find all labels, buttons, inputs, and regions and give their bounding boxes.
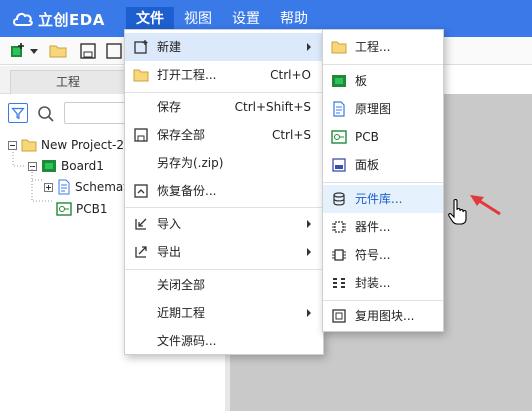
save-icon (134, 128, 148, 142)
left-tabbar: 工程 (0, 66, 126, 94)
menu-item-new[interactable]: 新建 (125, 33, 323, 61)
folder-icon (21, 139, 37, 152)
footprint-icon (333, 278, 345, 288)
menu-separator (323, 64, 443, 65)
menu-item-open-project[interactable]: 打开工程... Ctrl+O (125, 61, 323, 89)
collapse-toggle[interactable] (8, 140, 17, 150)
menu-item-recent-projects[interactable]: 近期工程 (125, 299, 323, 327)
tree-item-label: New Project-20 (41, 138, 132, 152)
menu-item-save-all[interactable]: 保存全部 Ctrl+S (125, 121, 323, 149)
menu-separator (125, 207, 323, 208)
tree-lines (12, 152, 54, 202)
menu-separator (323, 300, 443, 301)
restore-backup-icon (134, 184, 148, 198)
menu-item-save-as-zip[interactable]: 另存为(.zip) (125, 149, 323, 177)
device-icon (332, 221, 346, 233)
menu-settings[interactable]: 设置 (222, 7, 270, 31)
pcb-icon (331, 130, 347, 144)
submenu-item-footprint[interactable]: 封装... (323, 269, 443, 297)
new-file-icon[interactable] (8, 41, 28, 61)
menu-separator (323, 182, 443, 183)
menu-item-restore-backup[interactable]: 恢复备份... (125, 177, 323, 205)
menu-item-export[interactable]: 导出 (125, 238, 323, 266)
folder-icon[interactable] (48, 41, 68, 61)
cloud-icon (13, 12, 33, 26)
submenu-item-reuse-block[interactable]: 复用图块... (323, 302, 443, 330)
tab-project[interactable]: 工程 (10, 70, 126, 94)
folder-icon (331, 41, 347, 54)
file-menu: 新建 打开工程... Ctrl+O 保存 Ctrl+Shift+S 保存全部 C… (124, 29, 324, 355)
app-logo-text: 立创EDA (38, 10, 105, 29)
submenu-arrow-icon (307, 43, 311, 51)
submenu-item-project[interactable]: 工程... (323, 33, 443, 61)
export-icon (135, 246, 147, 258)
menu-separator (125, 269, 323, 270)
menu-item-close-all[interactable]: 关闭全部 (125, 271, 323, 299)
new-submenu: 工程... 板 原理图 PCB 面板 元件库... 器件... 符号... 封装… (322, 29, 444, 332)
library-icon (333, 192, 345, 206)
submenu-arrow-icon (307, 248, 311, 256)
menu-item-save[interactable]: 保存 Ctrl+Shift+S (125, 93, 323, 121)
submenu-item-schematic[interactable]: 原理图 (323, 95, 443, 123)
submenu-arrow-icon (307, 309, 311, 317)
submenu-item-device[interactable]: 器件... (323, 213, 443, 241)
submenu-item-panel[interactable]: 面板 (323, 151, 443, 179)
submenu-item-component-library[interactable]: 元件库... (323, 185, 443, 213)
restore-icon[interactable] (104, 41, 124, 61)
chevron-down-icon[interactable] (30, 49, 38, 54)
submenu-item-board[interactable]: 板 (323, 67, 443, 95)
search-input[interactable] (64, 102, 126, 124)
board-icon (332, 75, 346, 87)
tree-item-pcb[interactable]: PCB1 (56, 200, 107, 218)
menu-view[interactable]: 视图 (174, 7, 222, 31)
folder-icon (133, 69, 149, 82)
annotation-arrow-icon (470, 195, 501, 216)
tree-item-label: Schemati (75, 180, 132, 194)
search-icon[interactable] (37, 105, 55, 123)
menu-file[interactable]: 文件 (126, 7, 174, 31)
symbol-icon (332, 249, 346, 261)
tree-item-label: Board1 (61, 159, 104, 173)
panel-icon (332, 158, 346, 172)
menu-item-import[interactable]: 导入 (125, 210, 323, 238)
hand-cursor-icon (448, 199, 467, 225)
menu-bar: 文件 视图 设置 帮助 (126, 7, 318, 31)
menu-item-file-source[interactable]: 文件源码... (125, 327, 323, 355)
import-icon (135, 218, 147, 230)
reuse-block-icon (332, 309, 346, 323)
app-logo: 立创EDA (12, 8, 105, 30)
submenu-item-symbol[interactable]: 符号... (323, 241, 443, 269)
save-icon[interactable] (78, 41, 98, 61)
tree-item-label: PCB1 (76, 202, 108, 216)
menu-help[interactable]: 帮助 (270, 7, 318, 31)
filter-icon[interactable] (8, 103, 28, 123)
new-file-icon (134, 40, 148, 54)
submenu-item-pcb[interactable]: PCB (323, 123, 443, 151)
schematic-icon (333, 101, 345, 117)
submenu-arrow-icon (307, 220, 311, 228)
